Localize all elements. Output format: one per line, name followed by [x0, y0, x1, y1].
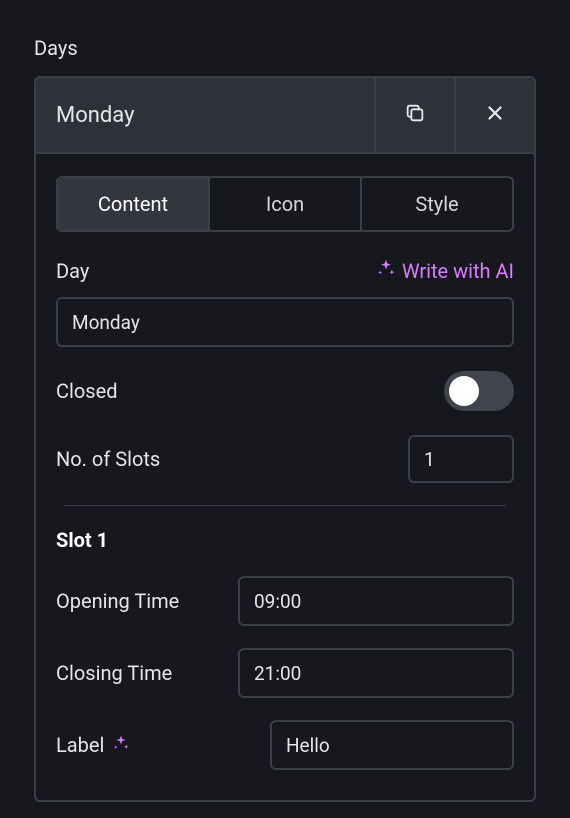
- day-body: Content Icon Style Day Write with AI Clo…: [36, 154, 534, 800]
- day-label-row: Day Write with AI: [56, 258, 514, 283]
- closed-row: Closed: [56, 371, 514, 411]
- tabs: Content Icon Style: [56, 176, 514, 232]
- slot-label-text: Label: [56, 733, 104, 757]
- sparkle-icon: [376, 258, 396, 283]
- copy-icon: [404, 102, 426, 129]
- closing-time-row: Closing Time: [56, 648, 514, 698]
- write-with-ai-label: Write with AI: [402, 259, 514, 283]
- sparkle-icon[interactable]: [112, 733, 130, 757]
- opening-time-row: Opening Time: [56, 576, 514, 626]
- day-title[interactable]: Monday: [36, 78, 374, 152]
- close-icon: [484, 102, 506, 129]
- slot-label-row: Label: [56, 720, 514, 770]
- closed-toggle[interactable]: [444, 371, 514, 411]
- closing-time-label: Closing Time: [56, 661, 172, 685]
- toggle-knob: [449, 376, 479, 406]
- slot-label-input-group: [270, 720, 514, 770]
- divider: [64, 505, 506, 506]
- tab-icon[interactable]: Icon: [208, 178, 360, 230]
- close-button[interactable]: [454, 78, 534, 152]
- closed-label: Closed: [56, 379, 118, 403]
- day-field-label: Day: [56, 259, 89, 283]
- day-input[interactable]: [56, 297, 514, 347]
- closing-time-input[interactable]: [238, 648, 514, 698]
- opening-time-input[interactable]: [238, 576, 514, 626]
- slots-row: No. of Slots: [56, 435, 514, 483]
- section-days-label: Days: [34, 36, 536, 60]
- slot-label-wrap: Label: [56, 733, 130, 757]
- slots-label: No. of Slots: [56, 447, 160, 471]
- slots-input[interactable]: [408, 435, 514, 483]
- tab-style[interactable]: Style: [360, 178, 512, 230]
- write-with-ai-link[interactable]: Write with AI: [376, 258, 514, 283]
- copy-button[interactable]: [374, 78, 454, 152]
- slot-title: Slot 1: [56, 528, 514, 552]
- day-header: Monday: [36, 78, 534, 154]
- opening-time-label: Opening Time: [56, 589, 179, 613]
- tab-content[interactable]: Content: [58, 178, 208, 230]
- slot-label-input[interactable]: [272, 722, 514, 768]
- day-panel: Monday Content Icon Style Day Write with…: [34, 76, 536, 802]
